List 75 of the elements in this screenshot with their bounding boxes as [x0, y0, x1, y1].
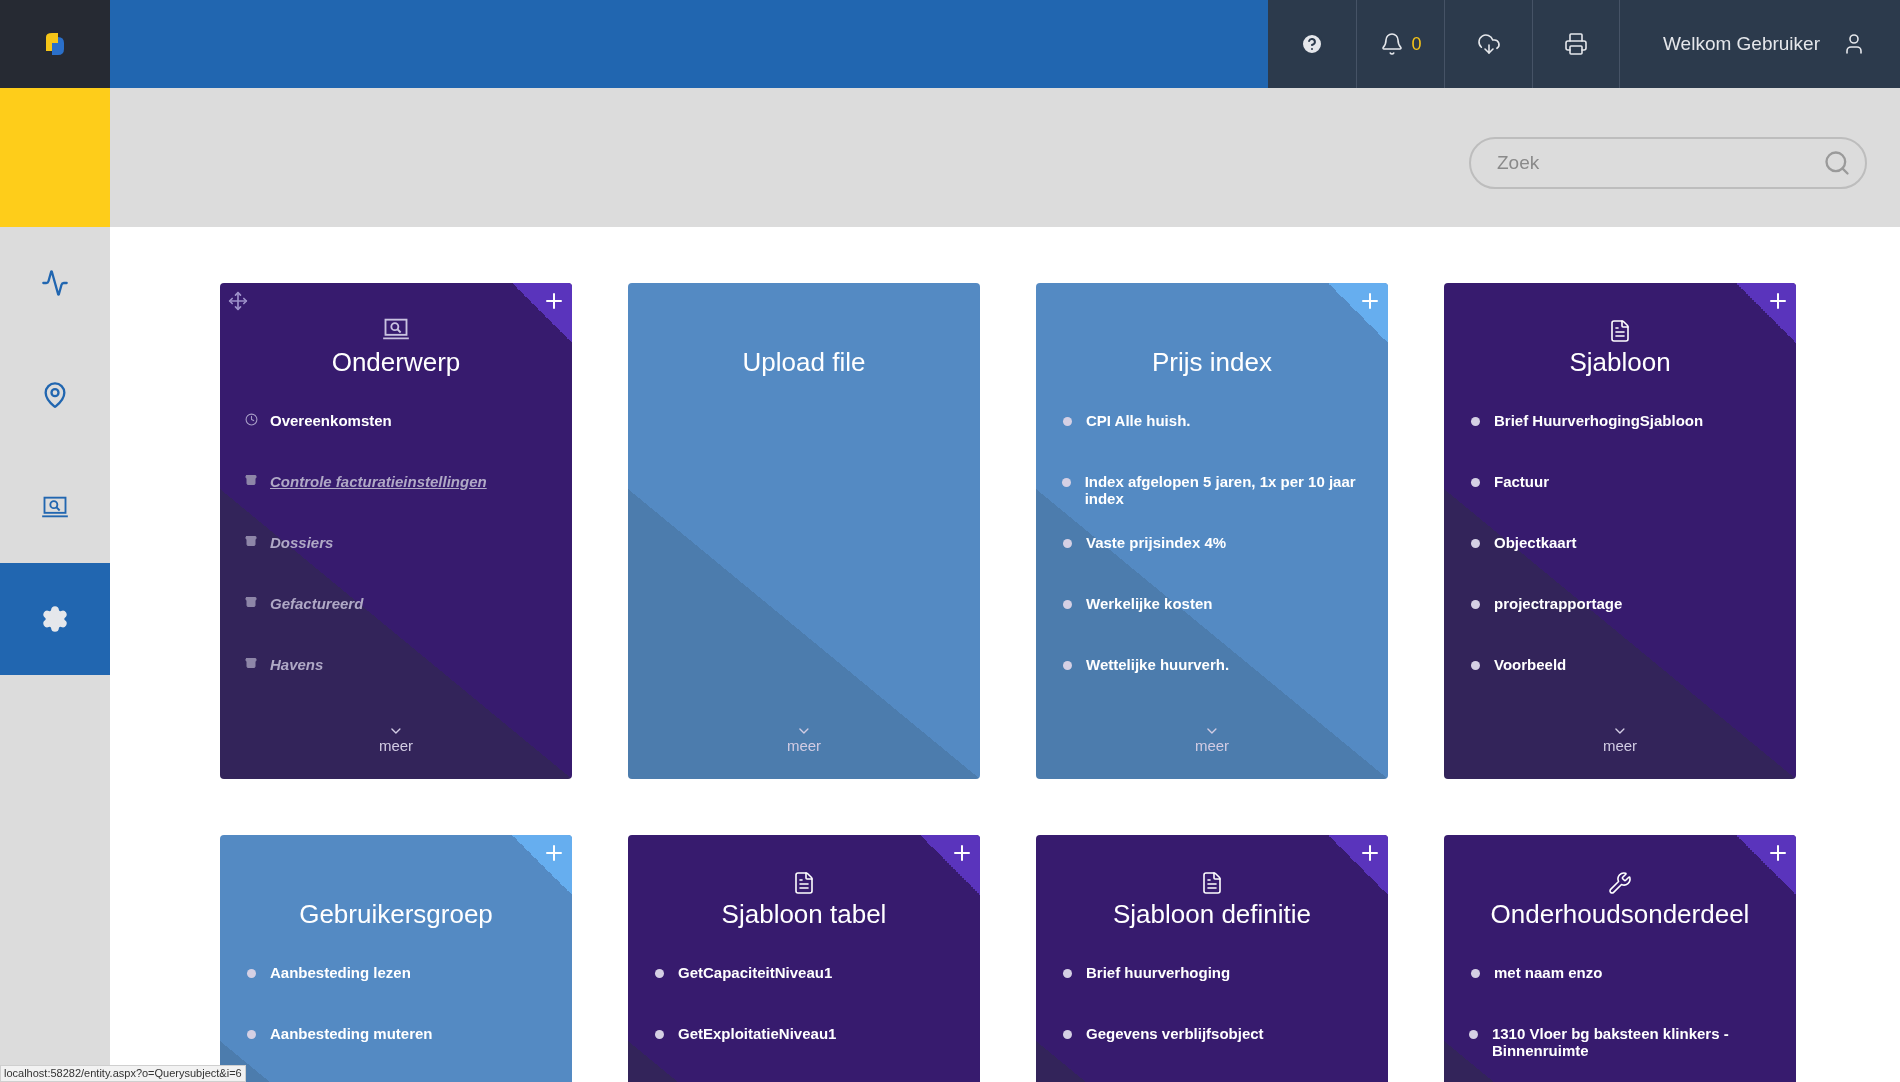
status-url: localhost:58282/entity.aspx?o=Querysubject&i=6: [0, 1065, 246, 1082]
card-title: Prijs index: [1152, 346, 1272, 379]
card-title: Onderhoudsonderdeel: [1490, 898, 1750, 931]
bullet-icon: [1470, 417, 1480, 426]
list-link[interactable]: Dossiers: [270, 534, 334, 551]
more-button[interactable]: meer: [378, 723, 414, 753]
list-link[interactable]: Gefactureerd: [270, 595, 364, 612]
settings-icon: [41, 605, 69, 633]
list-link[interactable]: projectrapportage: [1494, 595, 1623, 612]
list-link[interactable]: GetCapaciteitNiveau1: [678, 964, 833, 981]
activity-icon: [41, 269, 69, 297]
user-menu[interactable]: Welkom Gebruiker: [1620, 0, 1900, 88]
bullet-icon: [1469, 1030, 1479, 1039]
card-title: Sjabloon tabel: [721, 898, 887, 931]
list-link[interactable]: Brief HuurverhogingSjabloon: [1494, 412, 1704, 429]
document-icon: [1200, 871, 1224, 895]
archive-icon: [245, 657, 257, 669]
document-icon: [1608, 319, 1632, 343]
list-link[interactable]: Controle facturatieinstellingen: [270, 473, 487, 490]
card-title: Sjabloon: [1569, 346, 1671, 379]
bullet-icon: [1470, 661, 1480, 670]
bullet-icon: [1062, 661, 1072, 670]
bullet-icon: [1062, 417, 1072, 426]
bullet-icon: [1470, 969, 1480, 978]
list-link[interactable]: Index afgelopen 5 jaren, 1x per 10 jaar index: [1084, 473, 1363, 507]
search-field[interactable]: Zoek: [1469, 136, 1867, 189]
bullet-icon: [1061, 478, 1071, 487]
bullet-icon: [654, 1030, 664, 1039]
bullet-icon: [1062, 969, 1072, 978]
bullet-icon: [246, 969, 256, 978]
list-link[interactable]: met naam enzo: [1494, 964, 1603, 981]
more-button[interactable]: meer: [1602, 723, 1638, 753]
drag-handle[interactable]: [228, 291, 248, 311]
card-title: Sjabloon definitie: [1112, 898, 1311, 931]
list-link[interactable]: Overeenkomsten: [270, 412, 392, 429]
list-link[interactable]: Havens: [270, 656, 324, 673]
list-link[interactable]: Gegevens verblijfsobject: [1086, 1025, 1264, 1042]
logo-icon[interactable]: [44, 31, 66, 57]
list-link[interactable]: Vaste prijsindex 4%: [1086, 534, 1227, 551]
card-title: Gebruikersgroep: [299, 898, 493, 931]
bullet-icon: [1062, 539, 1072, 548]
list-link[interactable]: Wettelijke huurverh.: [1086, 656, 1230, 673]
list-link[interactable]: GetExploitatieNiveau1: [678, 1025, 837, 1042]
tools-icon: [1608, 871, 1632, 895]
bullet-icon: [1470, 539, 1480, 548]
list-link[interactable]: Aanbesteding muteren: [270, 1025, 433, 1042]
bullet-icon: [1062, 1030, 1072, 1039]
card-title: Onderwerp: [331, 346, 461, 379]
bullet-icon: [1470, 478, 1480, 487]
archive-icon: [245, 596, 257, 608]
bullet-icon: [1062, 600, 1072, 609]
list-link[interactable]: CPI Alle huish.: [1086, 412, 1191, 429]
bell-icon: [1379, 32, 1404, 56]
cloud-download-icon: [1476, 32, 1501, 56]
bullet-icon: [654, 969, 664, 978]
archive-icon: [245, 535, 257, 547]
archive-icon: [245, 474, 257, 486]
sidebar-item[interactable]: [0, 563, 110, 675]
document-icon: [792, 871, 816, 895]
list-link[interactable]: 1310 Vloer bg baksteen klinkers - Binnenruimte: [1491, 1025, 1771, 1059]
bullet-icon: [246, 1030, 256, 1039]
bullet-icon: [1470, 600, 1480, 609]
list-link[interactable]: Voorbeeld: [1494, 656, 1567, 673]
help-icon: [1300, 32, 1324, 56]
print-icon: [1564, 32, 1588, 56]
clock-icon: [244, 413, 258, 426]
list-link[interactable]: Objectkaart: [1494, 534, 1577, 551]
list-link[interactable]: Brief huurverhoging: [1086, 964, 1231, 981]
list-link[interactable]: Factuur: [1494, 473, 1549, 490]
notification-count: 0: [1411, 32, 1422, 56]
search-icon: [1823, 148, 1851, 177]
list-link[interactable]: Werkelijke kosten: [1086, 595, 1213, 612]
move-icon: [228, 291, 248, 311]
card-title: Upload file: [742, 346, 866, 379]
list-link[interactable]: Aanbesteding lezen: [270, 964, 411, 981]
